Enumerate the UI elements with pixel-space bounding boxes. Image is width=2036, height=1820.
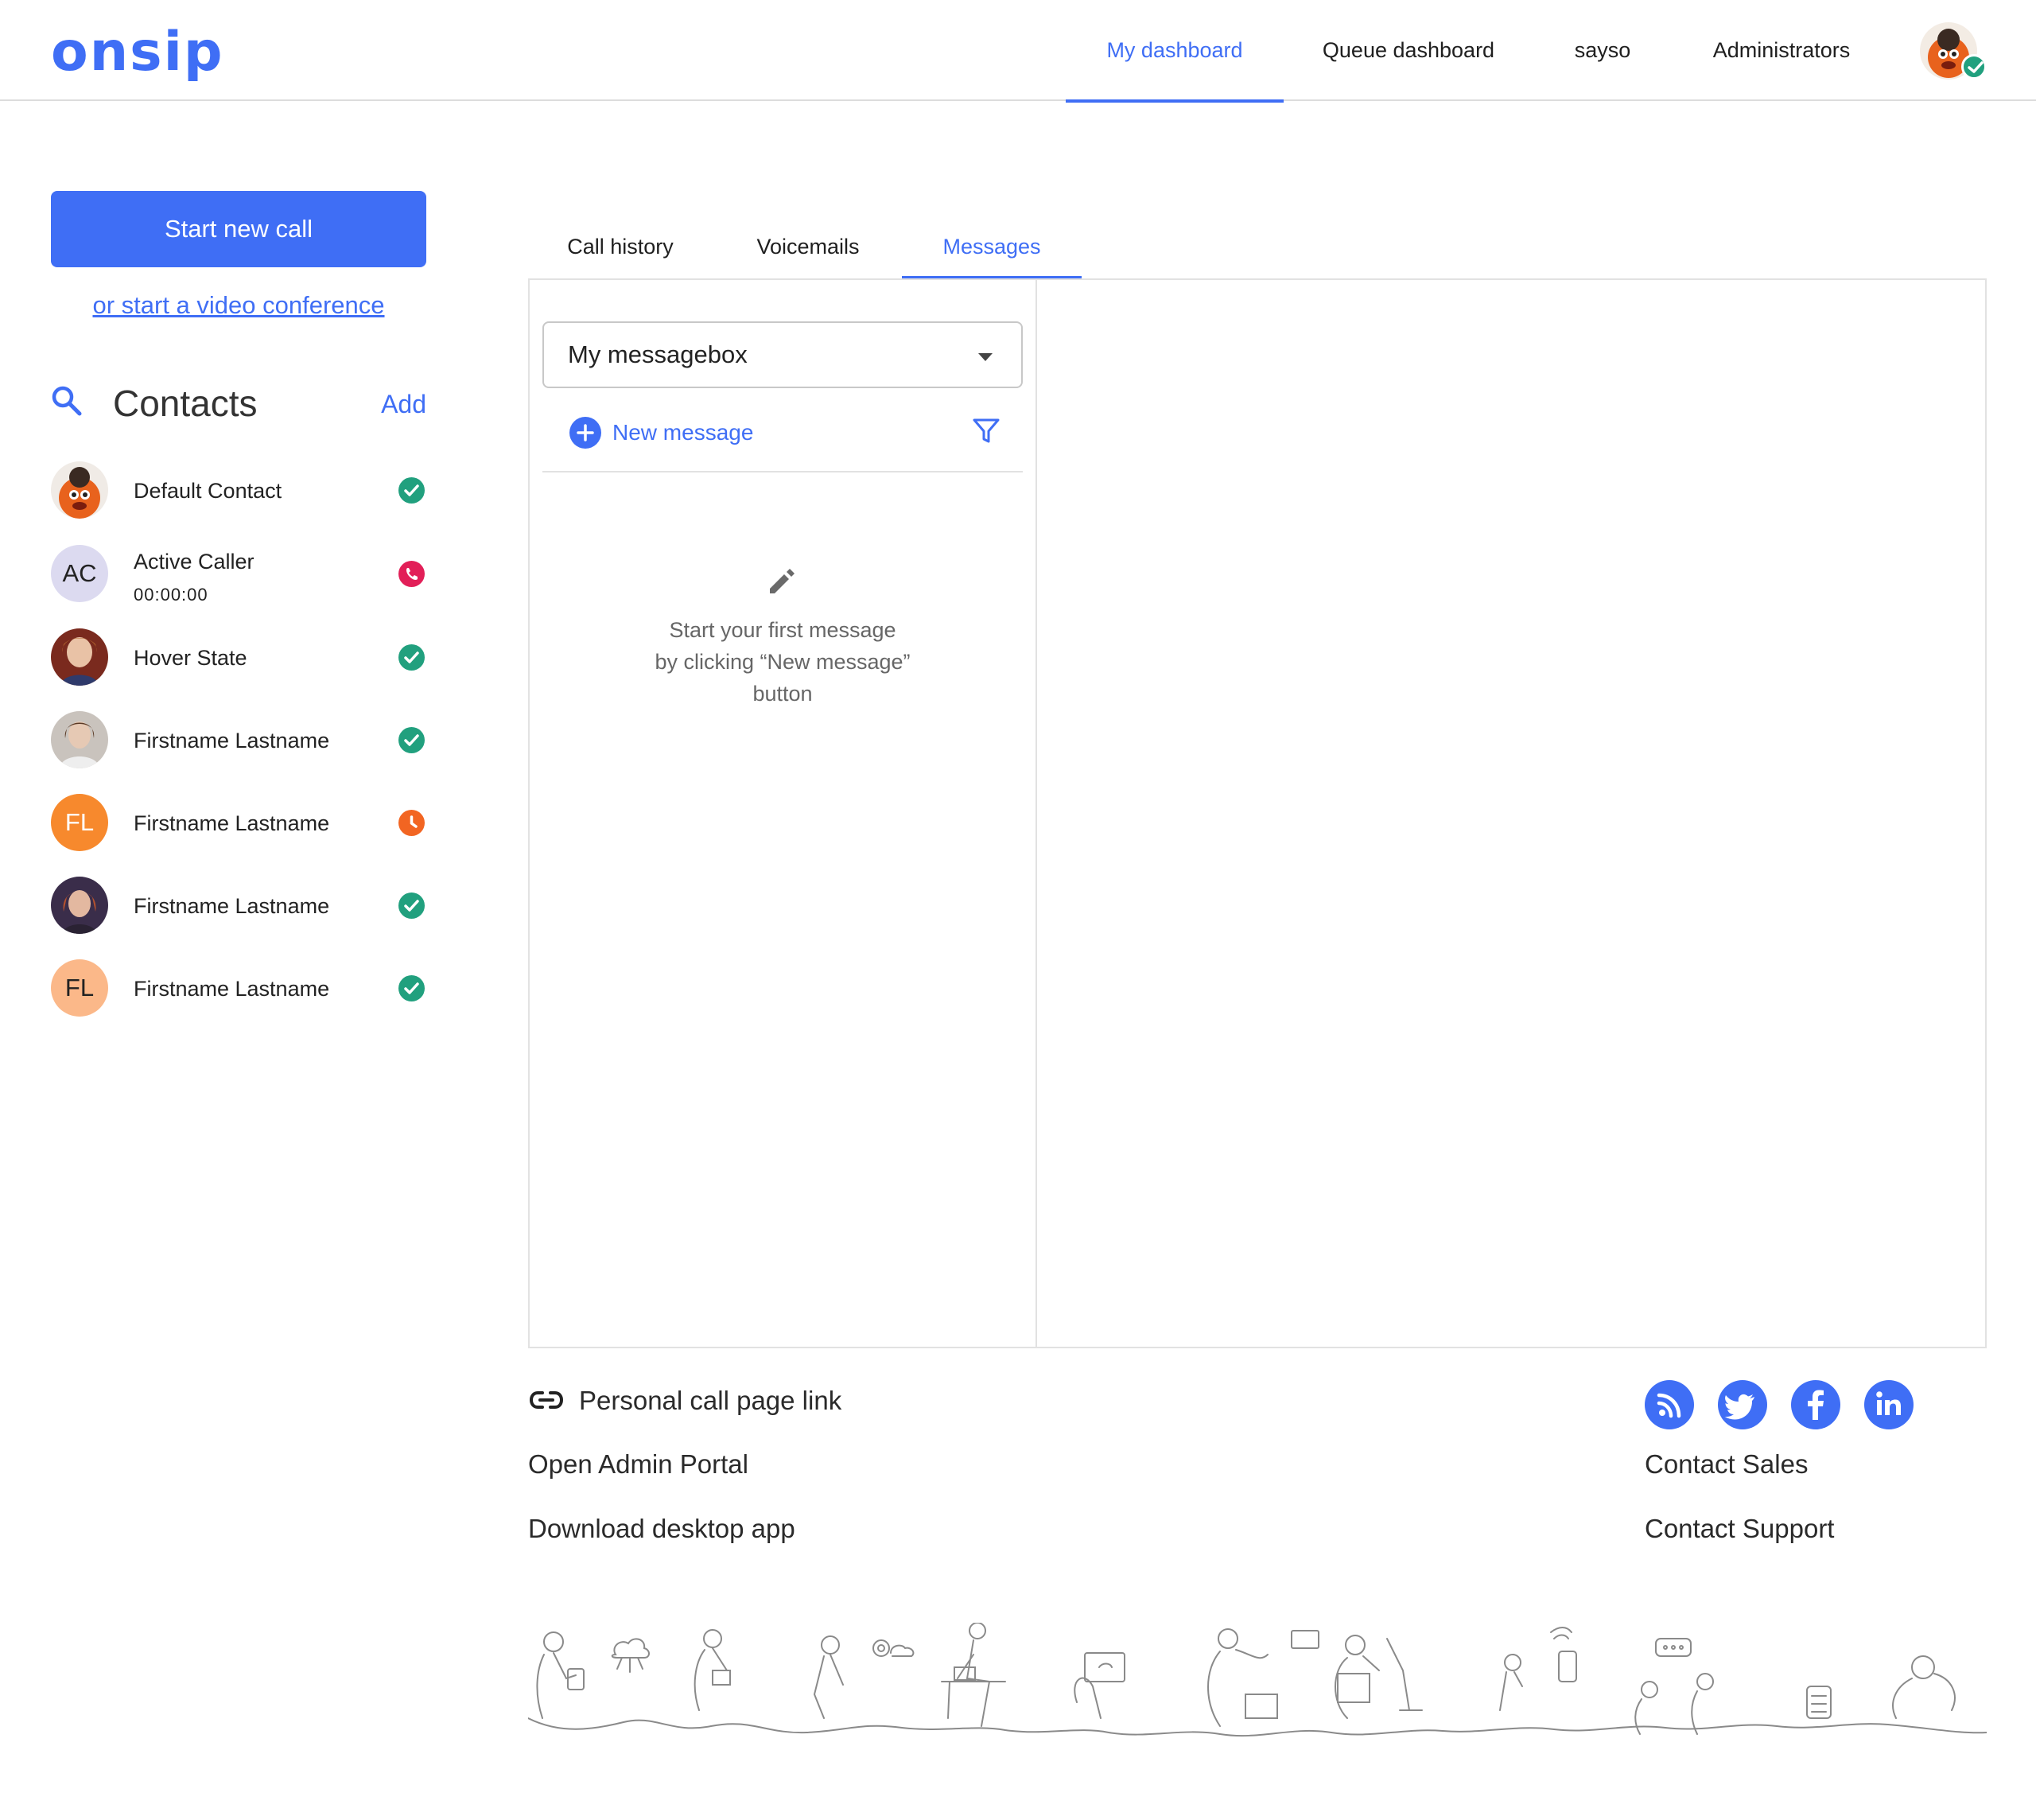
messagebox-select-value: My messagebox — [568, 340, 748, 368]
plus-circle-icon — [569, 417, 601, 449]
status-available-icon — [398, 975, 425, 1001]
filter-icon[interactable] — [972, 417, 1001, 445]
nav-my-dashboard[interactable]: My dashboard — [1066, 0, 1284, 103]
tab-voicemails[interactable]: Voicemails — [729, 215, 888, 278]
messagebox-select[interactable]: My messagebox — [542, 321, 1023, 388]
pencil-icon — [770, 569, 795, 593]
search-icon[interactable] — [51, 385, 83, 417]
contact-avatar — [51, 877, 108, 934]
empty-state-line: Start your first message — [669, 618, 896, 642]
contact-sales-link[interactable]: Contact Sales — [1645, 1449, 1808, 1480]
contact-support-link[interactable]: Contact Support — [1645, 1514, 1834, 1544]
facebook-icon[interactable] — [1791, 1380, 1840, 1429]
contact-name: Firstname Lastname — [134, 894, 330, 918]
link-icon — [530, 1391, 563, 1409]
nav-administrators[interactable]: Administrators — [1694, 0, 1869, 101]
contacts-title: Contacts — [113, 383, 258, 424]
empty-state-line: button — [752, 682, 813, 706]
contact-avatar: AC — [51, 545, 108, 602]
tab-messages[interactable]: Messages — [902, 215, 1082, 279]
messages-panel: My messagebox New message Start your fir… — [528, 278, 1987, 1348]
status-available-icon — [398, 727, 425, 753]
empty-state-line: by clicking “New message” — [655, 650, 911, 674]
contact-item[interactable]: AC Active Caller 00:00:00 — [51, 545, 426, 605]
start-new-call-button[interactable]: Start new call — [51, 191, 426, 267]
contacts-header: Contacts Add — [51, 374, 426, 430]
contact-avatar: FL — [51, 794, 108, 851]
twitter-icon[interactable] — [1718, 1380, 1767, 1429]
contact-avatar: FL — [51, 959, 108, 1017]
panel-divider — [1035, 280, 1037, 1347]
status-oncall-phone-icon — [398, 561, 425, 587]
rss-icon[interactable] — [1645, 1380, 1694, 1429]
status-available-icon — [398, 644, 425, 671]
top-header: onsip My dashboard Queue dashboard sayso… — [0, 0, 2036, 103]
personal-call-page-link[interactable]: Personal call page link — [579, 1386, 841, 1416]
contact-name: Active Caller — [134, 550, 254, 574]
user-status-available-icon — [1961, 54, 1987, 80]
contact-item[interactable]: FL Firstname Lastname — [51, 794, 426, 854]
empty-state-text: Start your first message by clicking “Ne… — [617, 614, 948, 710]
contact-name: Hover State — [134, 646, 247, 670]
new-message-button[interactable]: New message — [569, 415, 753, 450]
new-message-label: New message — [612, 420, 754, 445]
contact-item[interactable]: Hover State — [51, 628, 426, 689]
contact-avatar — [51, 711, 108, 768]
contact-avatar — [51, 628, 108, 686]
video-conference-link[interactable]: or start a video conference — [51, 291, 426, 320]
linkedin-icon[interactable] — [1864, 1380, 1914, 1429]
contact-item[interactable]: Firstname Lastname — [51, 877, 426, 937]
contact-item[interactable]: Firstname Lastname — [51, 711, 426, 772]
tab-call-history[interactable]: Call history — [541, 215, 700, 278]
add-contact-button[interactable]: Add — [381, 390, 426, 419]
download-desktop-app-link[interactable]: Download desktop app — [528, 1514, 795, 1544]
contact-item[interactable]: FL Firstname Lastname — [51, 959, 426, 1020]
status-available-icon — [398, 892, 425, 919]
nav-sayso[interactable]: sayso — [1543, 0, 1662, 101]
footer-illustration — [528, 1623, 1987, 1737]
open-admin-portal-link[interactable]: Open Admin Portal — [528, 1449, 748, 1480]
dropdown-caret-icon — [978, 353, 993, 361]
contact-name: Firstname Lastname — [134, 977, 330, 1001]
call-timer: 00:00:00 — [134, 585, 208, 605]
contact-name: Default Contact — [134, 479, 282, 503]
onsip-logo[interactable]: onsip — [51, 22, 224, 83]
nav-queue-dashboard[interactable]: Queue dashboard — [1300, 0, 1517, 101]
contact-item[interactable]: Default Contact — [51, 461, 426, 522]
status-away-clock-icon — [398, 810, 425, 836]
status-available-icon — [398, 477, 425, 504]
contact-name: Firstname Lastname — [134, 811, 330, 835]
list-divider — [542, 471, 1023, 472]
contact-name: Firstname Lastname — [134, 729, 330, 752]
contact-avatar — [51, 461, 108, 519]
